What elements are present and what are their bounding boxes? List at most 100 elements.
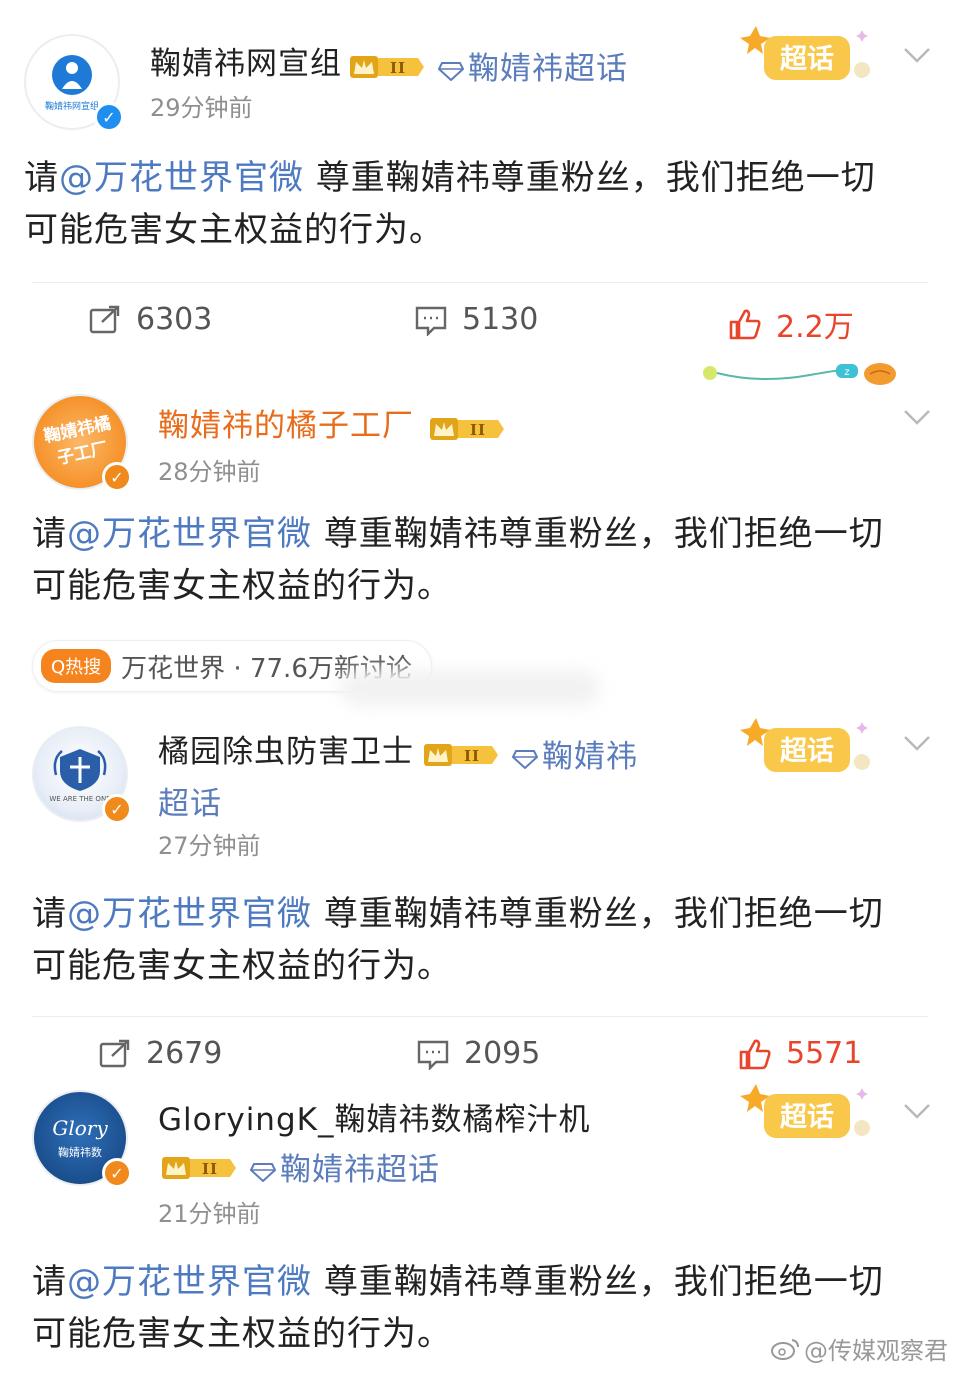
diamond-icon: [512, 749, 538, 769]
mention-link[interactable]: @万花世界官微: [67, 1262, 312, 1302]
post-content: 请@万花世界官微 尊重鞠婧祎尊重粉丝，我们拒绝一切 可能危害女主权益的行为。: [32, 508, 932, 612]
topic-link-line2[interactable]: 超话: [158, 778, 222, 823]
content-prefix: 请: [24, 158, 59, 198]
thumbs-up-icon: [739, 1039, 771, 1069]
like-button[interactable]: 5571: [738, 1036, 862, 1071]
repost-button[interactable]: 6303: [88, 302, 212, 337]
content-text-line2: 可能危害女主权益的行为。: [32, 946, 452, 986]
repost-count: 6303: [136, 302, 213, 337]
supertag-badge[interactable]: 超话: [730, 22, 870, 92]
topic-text[interactable]: 鞠婧祎: [542, 739, 638, 775]
avatar-logo-icon: [52, 54, 92, 95]
topic-text[interactable]: 鞠婧祎超话: [280, 1152, 440, 1188]
username-text[interactable]: 鞠婧祎的橘子工厂: [158, 408, 414, 444]
badge-row: II 鞠婧祎超话: [158, 1144, 440, 1189]
avatar[interactable]: 鞠婧祎网宣组 ✓: [24, 34, 124, 132]
blurred-overlay: [340, 670, 600, 706]
topic-link[interactable]: 鞠婧祎: [512, 731, 638, 776]
post-content: 请@万花世界官微 尊重鞠婧祎尊重粉丝，我们拒绝一切 可能危害女主权益的行为。: [24, 152, 924, 256]
svg-text:II: II: [470, 421, 486, 439]
repost-button[interactable]: 2679: [98, 1036, 222, 1071]
post-time: 27分钟前: [158, 832, 261, 860]
watermark: @传媒观察君: [770, 1331, 948, 1366]
crown-level-icon: II: [160, 1153, 240, 1181]
topic-link[interactable]: 鞠婧祎超话: [438, 43, 628, 88]
avatar[interactable]: WE ARE THE ONE ✓: [32, 726, 132, 824]
post-3: WE ARE THE ONE ✓ 橘园除虫防害卫士 II 鞠婧祎 超话 27分钟…: [0, 708, 960, 1018]
svg-text:II: II: [202, 1160, 218, 1178]
content-text: 尊重鞠婧祎尊重粉丝，我们拒绝一切: [323, 514, 884, 554]
topic-link[interactable]: 鞠婧祎超话: [250, 1144, 440, 1189]
chevron-down-icon[interactable]: [902, 734, 932, 752]
weibo-logo-icon: [771, 1338, 799, 1360]
username-text[interactable]: 鞠婧祎网宣组: [150, 46, 342, 82]
repost-icon: [99, 1039, 130, 1067]
repost-count: 2679: [146, 1036, 223, 1071]
mention-link[interactable]: @万花世界官微: [59, 158, 304, 198]
svg-text:II: II: [390, 59, 406, 77]
watermark-text: @传媒观察君: [804, 1337, 948, 1365]
like-count: 2.2万: [776, 310, 854, 345]
post-2: 鞠婧祎橘子工厂 ✓ 鞠婧祎的橘子工厂 II 28分钟前 请@万花世界官微 尊重鞠…: [0, 380, 960, 630]
username-text[interactable]: 橘园除虫防害卫士: [158, 734, 414, 770]
repost-icon: [89, 305, 120, 333]
content-text-line2: 可能危害女主权益的行为。: [32, 1314, 452, 1354]
post-time: 29分钟前: [150, 94, 253, 122]
content-prefix: 请: [32, 1262, 67, 1302]
avatar-label: WE ARE THE ONE: [49, 795, 111, 803]
supertag-badge[interactable]: 超话: [730, 714, 870, 784]
svg-text:II: II: [464, 747, 480, 765]
post-time: 21分钟前: [158, 1200, 261, 1228]
like-count: 5571: [786, 1036, 863, 1071]
post-4: Glory 鞠婧祎数 ✓ GloryingK_鞠婧祎数橘榨汁机 II 鞠婧祎超话…: [0, 1076, 960, 1374]
verified-icon: ✓: [102, 462, 132, 492]
content-text-line2: 可能危害女主权益的行为。: [32, 566, 452, 606]
supertag-badge[interactable]: 超话: [730, 1080, 870, 1150]
hot-search-badge: Q热搜: [41, 649, 112, 683]
comment-icon: [417, 1040, 449, 1070]
divider: [32, 1016, 928, 1017]
svg-text:超话: 超话: [780, 44, 834, 75]
avatar[interactable]: Glory 鞠婧祎数 ✓: [32, 1090, 132, 1188]
svg-text:超话: 超话: [780, 1102, 834, 1133]
chevron-down-icon[interactable]: [902, 1102, 932, 1120]
crown-level-icon: II: [428, 414, 508, 442]
mention-link[interactable]: @万花世界官微: [67, 514, 312, 554]
svg-text:超话: 超话: [780, 736, 834, 767]
topic-text[interactable]: 鞠婧祎超话: [468, 51, 628, 87]
svg-text:z: z: [844, 367, 849, 378]
crown-level-icon: II: [422, 740, 502, 768]
verified-icon: ✓: [94, 102, 124, 132]
username[interactable]: 鞠婧祎的橘子工厂 II: [158, 400, 508, 445]
chevron-down-icon[interactable]: [902, 408, 932, 426]
diamond-icon: [250, 1162, 276, 1182]
mention-link[interactable]: @万花世界官微: [67, 894, 312, 934]
topic-text-line2[interactable]: 超话: [158, 786, 222, 822]
comment-button[interactable]: 2095: [416, 1036, 540, 1071]
divider: [32, 282, 928, 283]
diamond-icon: [438, 61, 464, 81]
content-text-line2: 可能危害女主权益的行为。: [24, 210, 444, 250]
like-button[interactable]: 2.2万: [728, 302, 854, 346]
avatar-signature: Glory: [52, 1116, 108, 1140]
post-time: 28分钟前: [158, 458, 261, 486]
comment-button[interactable]: 5130: [414, 302, 538, 337]
crown-level-icon: II: [348, 52, 428, 80]
post-actions: 6303 5130 2.2万: [0, 292, 960, 352]
content-text: 尊重鞠婧祎尊重粉丝，我们拒绝一切: [323, 894, 884, 934]
username-text[interactable]: GloryingK_鞠婧祎数橘榨汁机: [158, 1102, 590, 1138]
chevron-down-icon[interactable]: [902, 46, 932, 64]
avatar[interactable]: 鞠婧祎橘子工厂 ✓: [32, 394, 132, 492]
thumbs-up-icon: [729, 309, 761, 340]
username[interactable]: GloryingK_鞠婧祎数橘榨汁机: [158, 1094, 590, 1139]
post-content: 请@万花世界官微 尊重鞠婧祎尊重粉丝，我们拒绝一切 可能危害女主权益的行为。: [32, 888, 932, 992]
username[interactable]: 鞠婧祎网宣组 II 鞠婧祎超话: [150, 38, 628, 88]
username[interactable]: 橘园除虫防害卫士 II 鞠婧祎: [158, 726, 638, 776]
verified-icon: ✓: [102, 794, 132, 824]
content-text: 尊重鞠婧祎尊重粉丝，我们拒绝一切: [323, 1262, 884, 1302]
comment-count: 2095: [464, 1036, 541, 1071]
comment-count: 5130: [462, 302, 539, 337]
avatar-label: 鞠婧祎数: [58, 1146, 102, 1159]
comment-icon: [415, 306, 447, 336]
content-prefix: 请: [32, 894, 67, 934]
